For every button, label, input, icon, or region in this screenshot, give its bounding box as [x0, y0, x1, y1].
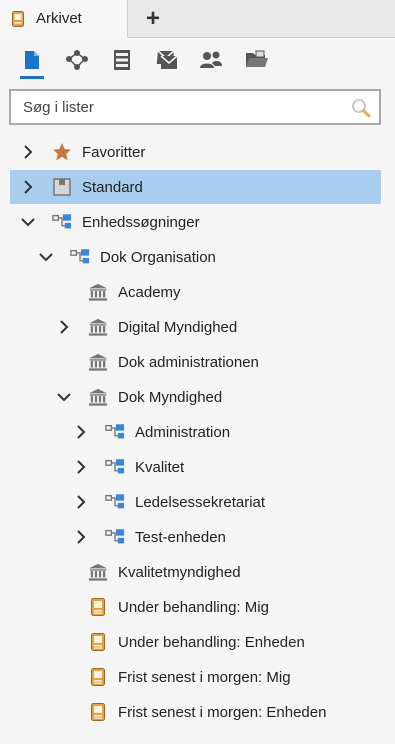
- tree-item[interactable]: Enhedssøgninger: [10, 205, 381, 239]
- tab-arkivet[interactable]: Arkivet: [0, 0, 128, 38]
- tree-item[interactable]: Under behandling: Enheden: [10, 625, 381, 659]
- tree-item[interactable]: Dok administrationen: [10, 345, 381, 379]
- chevron-down-icon[interactable]: [21, 215, 35, 229]
- network-icon[interactable]: [65, 48, 89, 72]
- tree-item-label: Frist senest i morgen: Enheden: [118, 703, 327, 721]
- tree-item-label: Kvalitetmyndighed: [118, 563, 241, 581]
- org-unit-icon: [105, 527, 125, 547]
- active-tab-indicator: [20, 76, 44, 79]
- search-box: [9, 89, 381, 125]
- tree-item[interactable]: Ledelsessekretariat: [10, 485, 381, 519]
- tree-item-label: Enhedssøgninger: [82, 213, 200, 231]
- tree-item-label: Frist senest i morgen: Mig: [118, 668, 291, 686]
- chevron-down-icon[interactable]: [57, 390, 71, 404]
- mail-icon[interactable]: [155, 48, 179, 72]
- tree-item-label: Under behandling: Enheden: [118, 633, 305, 651]
- chevron-right-icon[interactable]: [21, 180, 35, 194]
- tree-item-label: Academy: [118, 283, 181, 301]
- institution-icon: [88, 317, 108, 337]
- tree-item[interactable]: Under behandling: Mig: [10, 590, 381, 624]
- tree-item[interactable]: Frist senest i morgen: Enheden: [10, 695, 381, 729]
- tree-item[interactable]: Academy: [10, 275, 381, 309]
- institution-icon: [88, 387, 108, 407]
- institution-icon: [88, 352, 108, 372]
- tree-item[interactable]: Frist senest i morgen: Mig: [10, 660, 381, 694]
- chevron-right-icon[interactable]: [74, 530, 88, 544]
- tree-item-label: Dok Myndighed: [118, 388, 223, 406]
- tree-item-label: Dok administrationen: [118, 353, 259, 371]
- org-unit-icon: [105, 422, 125, 442]
- document-icon: [88, 597, 108, 617]
- tree-item[interactable]: Favoritter: [10, 135, 381, 169]
- tree-item-label: Dok Organisation: [100, 248, 216, 266]
- institution-icon: [88, 562, 108, 582]
- tree-item-label: Under behandling: Mig: [118, 598, 269, 616]
- tree-item[interactable]: Test-enheden: [10, 520, 381, 554]
- org-unit-icon: [52, 212, 72, 232]
- tree-item[interactable]: Kvalitet: [10, 450, 381, 484]
- star-icon: [52, 142, 72, 162]
- tree-item[interactable]: Kvalitetmyndighed: [10, 555, 381, 589]
- tree-item-label: Digital Myndighed: [118, 318, 238, 336]
- search-input[interactable]: [23, 98, 343, 116]
- tree-item-label: Favoritter: [82, 143, 146, 161]
- chevron-right-icon[interactable]: [21, 145, 35, 159]
- tree-item-label: Test-enheden: [135, 528, 226, 546]
- document-icon: [88, 702, 108, 722]
- tab-bar: Arkivet +: [0, 0, 395, 38]
- chevron-right-icon[interactable]: [57, 320, 71, 334]
- tree-item[interactable]: Dok Myndighed: [10, 380, 381, 414]
- tree-item[interactable]: Administration: [10, 415, 381, 449]
- tree-item-label: Administration: [135, 423, 231, 441]
- tree-item[interactable]: Standard: [10, 170, 381, 204]
- add-tab-button[interactable]: +: [140, 5, 166, 32]
- file-cabinet-icon[interactable]: [110, 48, 134, 72]
- tree-item-label: Kvalitet: [135, 458, 185, 476]
- tree-item-label: Standard: [82, 178, 143, 196]
- tree-item[interactable]: Digital Myndighed: [10, 310, 381, 344]
- users-icon[interactable]: [199, 48, 223, 72]
- document-icon: [12, 10, 24, 27]
- tab-label: Arkivet: [36, 10, 82, 27]
- documents-icon[interactable]: [20, 48, 44, 72]
- document-icon: [88, 632, 108, 652]
- chevron-right-icon[interactable]: [74, 460, 88, 474]
- org-unit-icon: [70, 247, 90, 267]
- tree-item-label: Ledelsessekretariat: [135, 493, 266, 511]
- tree-item[interactable]: Dok Organisation: [10, 240, 381, 274]
- search-icon[interactable]: [351, 98, 371, 121]
- org-unit-icon: [105, 492, 125, 512]
- toolbar: [0, 38, 395, 84]
- org-unit-icon: [105, 457, 125, 477]
- institution-icon: [88, 282, 108, 302]
- chevron-down-icon[interactable]: [39, 250, 53, 264]
- box-icon: [52, 177, 72, 197]
- document-icon: [88, 667, 108, 687]
- chevron-right-icon[interactable]: [74, 495, 88, 509]
- chevron-right-icon[interactable]: [74, 425, 88, 439]
- folder-icon[interactable]: [245, 48, 269, 72]
